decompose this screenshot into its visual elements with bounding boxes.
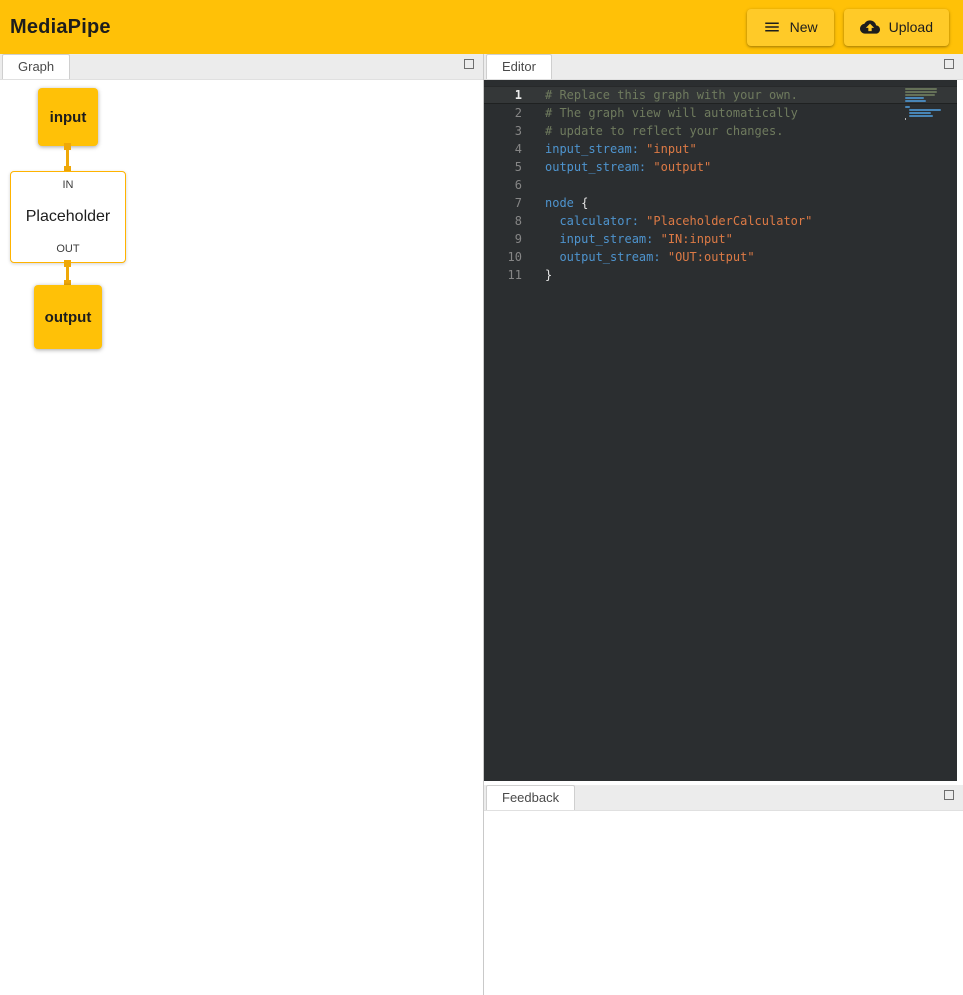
upload-button[interactable]: Upload	[844, 9, 949, 46]
app-header: MediaPipe New Upload	[0, 0, 963, 54]
code-text: # update to reflect your changes.	[536, 122, 783, 140]
code-line[interactable]: 1# Replace this graph with your own.	[484, 86, 957, 104]
minimap-line	[905, 118, 906, 120]
code-line[interactable]: 9 input_stream: "IN:input"	[484, 230, 957, 248]
line-number: 6	[484, 176, 536, 194]
line-number: 10	[484, 248, 536, 266]
input-node-label: input	[50, 109, 87, 126]
code-line[interactable]: 10 output_stream: "OUT:output"	[484, 248, 957, 266]
minimap-line	[905, 91, 937, 93]
line-number: 9	[484, 230, 536, 248]
line-number: 3	[484, 122, 536, 140]
code-line[interactable]: 3# update to reflect your changes.	[484, 122, 957, 140]
minimap-line	[905, 100, 926, 102]
cloud-upload-icon	[860, 17, 880, 37]
code-text: output_stream: "OUT:output"	[536, 248, 755, 266]
code-text: # Replace this graph with your own.	[536, 86, 798, 104]
code-line[interactable]: 7node {	[484, 194, 957, 212]
minimap[interactable]	[905, 88, 945, 121]
tab-graph[interactable]: Graph	[2, 54, 70, 79]
new-button-label: New	[790, 19, 818, 35]
app-title: MediaPipe	[10, 16, 111, 39]
in-port-label: IN	[63, 179, 74, 191]
code-text: input_stream: "input"	[536, 140, 697, 158]
editor-body[interactable]: 1# Replace this graph with your own.2# T…	[484, 80, 957, 781]
minimap-line	[909, 115, 933, 117]
line-number: 8	[484, 212, 536, 230]
right-column: Editor 1# Replace this graph with your o…	[484, 54, 963, 995]
code-line[interactable]: 6	[484, 176, 957, 194]
upload-button-label: Upload	[889, 19, 933, 35]
code-text: input_stream: "IN:input"	[536, 230, 733, 248]
code-text: output_stream: "output"	[536, 158, 711, 176]
graph-canvas[interactable]: input IN Placeholder OUT output	[0, 80, 483, 995]
minimap-line	[905, 94, 935, 96]
code-line[interactable]: 5output_stream: "output"	[484, 158, 957, 176]
minimap-line	[905, 106, 910, 108]
feedback-panel: Feedback	[484, 785, 963, 995]
line-number: 7	[484, 194, 536, 212]
graph-maximize-icon[interactable]	[464, 59, 474, 69]
minimap-line	[909, 112, 931, 114]
feedback-maximize-icon[interactable]	[944, 790, 954, 800]
tab-feedback[interactable]: Feedback	[486, 785, 575, 810]
edge-input-to-placeholder	[66, 143, 69, 173]
line-number: 11	[484, 266, 536, 284]
code-text: }	[536, 266, 552, 284]
code-line[interactable]: 4input_stream: "input"	[484, 140, 957, 158]
code-text: calculator: "PlaceholderCalculator"	[536, 212, 812, 230]
placeholder-node[interactable]: IN Placeholder OUT	[10, 171, 126, 263]
output-node-label: output	[45, 309, 92, 326]
minimap-line	[905, 88, 937, 90]
graph-tabstrip: Graph	[0, 54, 483, 80]
main-area: Graph input IN Placeholder OUT output Ed…	[0, 54, 963, 995]
feedback-tabstrip: Feedback	[484, 785, 963, 811]
graph-panel: Graph input IN Placeholder OUT output	[0, 54, 484, 995]
code-line[interactable]: 11}	[484, 266, 957, 284]
output-node[interactable]: output	[34, 285, 102, 349]
editor-maximize-icon[interactable]	[944, 59, 954, 69]
new-button[interactable]: New	[747, 9, 834, 46]
placeholder-node-title: Placeholder	[26, 208, 111, 226]
editor-panel: Editor 1# Replace this graph with your o…	[484, 54, 963, 781]
tab-editor[interactable]: Editor	[486, 54, 552, 79]
out-port-label: OUT	[56, 243, 79, 255]
editor-tabstrip: Editor	[484, 54, 963, 80]
input-node[interactable]: input	[38, 88, 98, 146]
code-line[interactable]: 2# The graph view will automatically	[484, 104, 957, 122]
editor-lines: 1# Replace this graph with your own.2# T…	[484, 86, 957, 284]
code-text	[536, 176, 545, 194]
line-number: 1	[484, 86, 536, 104]
minimap-line	[909, 109, 941, 111]
minimap-line	[905, 97, 924, 99]
code-text: node {	[536, 194, 588, 212]
code-text: # The graph view will automatically	[536, 104, 798, 122]
line-number: 4	[484, 140, 536, 158]
menu-lines-icon	[763, 18, 781, 36]
line-number: 5	[484, 158, 536, 176]
edge-placeholder-to-output	[66, 260, 69, 287]
code-line[interactable]: 8 calculator: "PlaceholderCalculator"	[484, 212, 957, 230]
line-number: 2	[484, 104, 536, 122]
feedback-body	[484, 811, 963, 995]
